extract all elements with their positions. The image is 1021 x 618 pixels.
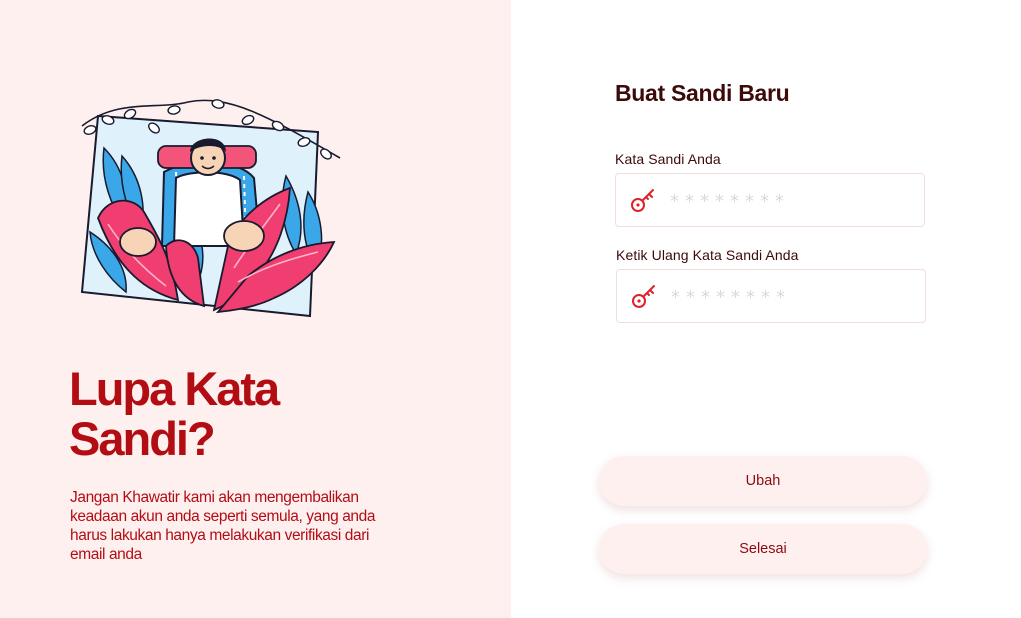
confirm-password-field[interactable] — [616, 269, 926, 323]
person-relaxing-illustration — [80, 99, 341, 318]
password-input[interactable] — [670, 186, 910, 216]
right-panel: Buat Sandi Baru Kata Sandi Anda Ketik Ul… — [511, 0, 1021, 618]
change-button[interactable]: Ubah — [599, 456, 927, 506]
confirm-password-label: Ketik Ulang Kata Sandi Anda — [616, 247, 799, 263]
page-title: Lupa Kata Sandi? — [69, 364, 399, 464]
key-icon — [632, 285, 655, 308]
left-panel: Lupa Kata Sandi? Jangan Khawatir kami ak… — [0, 0, 511, 618]
page-title-line-2: Sandi? — [69, 412, 216, 465]
password-field[interactable] — [615, 173, 925, 227]
page-title-line-1: Lupa Kata — [69, 362, 280, 415]
page-subtitle: Jangan Khawatir kami akan mengembalikan … — [70, 489, 376, 563]
done-button[interactable]: Selesai — [599, 524, 927, 574]
password-label: Kata Sandi Anda — [615, 151, 721, 167]
form-title: Buat Sandi Baru — [615, 80, 790, 106]
key-icon — [631, 189, 654, 212]
confirm-password-input[interactable] — [671, 282, 911, 312]
